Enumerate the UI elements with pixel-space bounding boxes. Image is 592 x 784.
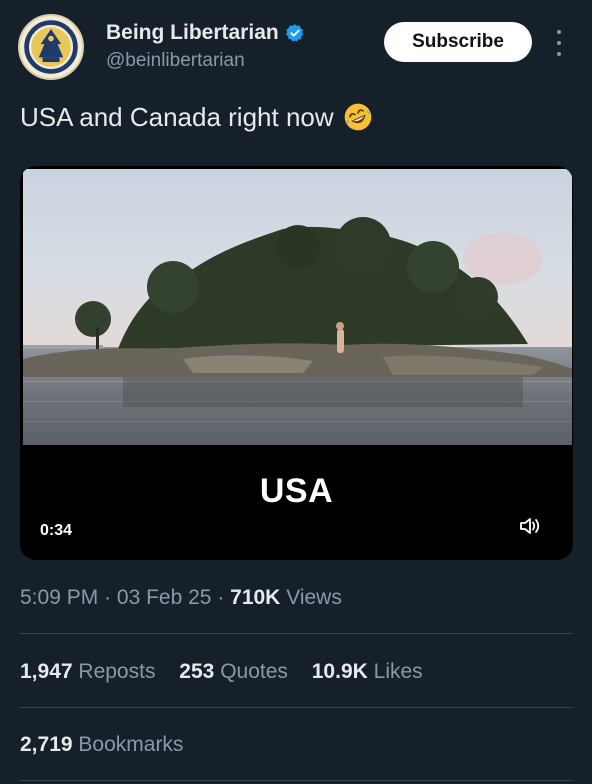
video-player[interactable]: USA 0:34 (20, 166, 573, 560)
likes-label[interactable]: Likes (374, 660, 423, 683)
reposts-stat[interactable]: 1,947 Reposts (20, 660, 161, 683)
tweet-time[interactable]: 5:09 PM (20, 586, 98, 609)
handle[interactable]: @beinlibertarian (106, 48, 305, 74)
views-label: Views (286, 586, 342, 609)
quotes-count[interactable]: 253 (179, 660, 214, 683)
meta-separator: · (104, 586, 117, 609)
divider (20, 633, 573, 634)
being-libertarian-seal-icon (21, 17, 81, 77)
bookmarks-count[interactable]: 2,719 (20, 733, 73, 756)
tweet-meta: 5:09 PM · 03 Feb 25 · 710K Views (20, 584, 342, 612)
rolling-laughing-emoji-icon (344, 103, 371, 131)
divider (20, 707, 573, 708)
display-name-row[interactable]: Being Libertarian (106, 20, 305, 46)
bookmarks-stat[interactable]: 2,719 Bookmarks (20, 731, 183, 759)
avatar[interactable] (18, 14, 84, 80)
verified-badge-icon (285, 24, 303, 42)
meta-separator: · (217, 586, 231, 609)
reposts-label[interactable]: Reposts (78, 660, 155, 683)
bookmarks-label[interactable]: Bookmarks (78, 733, 183, 756)
author-info[interactable]: Being Libertarian @beinlibertarian (106, 20, 305, 74)
video-caption: USA (259, 472, 334, 510)
views-count: 710K (230, 586, 281, 609)
quotes-label[interactable]: Quotes (220, 660, 288, 683)
display-name[interactable]: Being Libertarian (106, 20, 279, 46)
more-options-icon[interactable] (552, 30, 566, 56)
engagement-stats: 1,947 Reposts 253 Quotes 10.9K Likes (20, 658, 441, 686)
tweet-text-row: USA and Canada right now (20, 100, 374, 134)
divider (20, 780, 573, 781)
video-duration: 0:34 (40, 522, 73, 539)
tweet-date[interactable]: 03 Feb 25 (117, 586, 212, 609)
likes-count[interactable]: 10.9K (312, 660, 368, 683)
quotes-stat[interactable]: 253 Quotes (179, 660, 293, 683)
subscribe-button[interactable]: Subscribe (384, 22, 532, 62)
likes-stat[interactable]: 10.9K Likes (312, 660, 423, 683)
tweet-header: Being Libertarian @beinlibertarian Subsc… (18, 14, 574, 84)
volume-icon[interactable] (518, 515, 542, 537)
tweet-text: USA and Canada right now (20, 102, 334, 132)
video-frame[interactable] (23, 169, 572, 445)
reposts-count[interactable]: 1,947 (20, 660, 73, 683)
island-scene-image (23, 169, 572, 445)
